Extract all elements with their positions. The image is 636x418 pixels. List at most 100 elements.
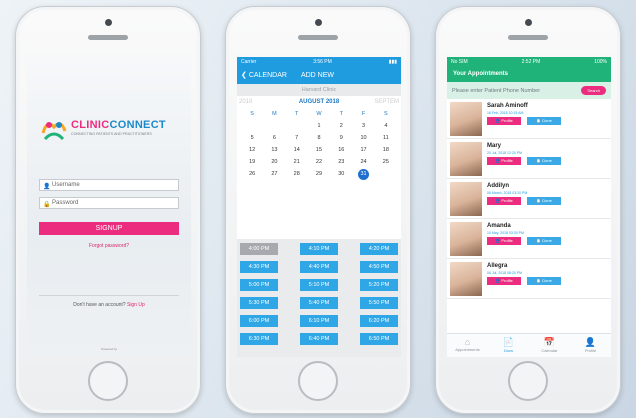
calendar-day[interactable]: 9	[330, 132, 352, 144]
phone-login: CLINICCONNECT CONNECTING PATIENTS AND PR…	[15, 6, 201, 414]
calendar-day[interactable]: 6	[263, 132, 285, 144]
done-button[interactable]: 📋 Done	[527, 117, 561, 125]
profile-button[interactable]: 👤 Profile	[487, 117, 521, 125]
calendar-day[interactable]: 20	[263, 156, 285, 168]
signup-button[interactable]: SIGNUP	[39, 222, 179, 235]
calendar-day[interactable]: 16	[330, 144, 352, 156]
appointment-row[interactable]: Sarah Aminoff 16 Feb, 2018 10:15 AM 👤 Prof…	[447, 99, 611, 139]
calendar-day[interactable]: 18	[375, 144, 397, 156]
calendar-day[interactable]: 4	[375, 120, 397, 132]
time-slot-button[interactable]: 5:20 PM	[360, 279, 398, 291]
profile-button[interactable]: 👤 Profile	[487, 277, 521, 285]
carrier-label: Carrier	[241, 58, 257, 65]
calendar-day[interactable]: 11	[375, 132, 397, 144]
calendar-grid: S M T W T F S 1 2 3 4 5 6 7 8 9 10 11 12 13 14 15 16 17 18 19 20 21…	[237, 108, 401, 180]
calendar-day[interactable]: 17	[352, 144, 374, 156]
time-slot-button[interactable]: 4:00 PM	[240, 243, 278, 255]
signup-link[interactable]: Sign Up	[127, 302, 145, 308]
carrier-label: No SIM	[451, 58, 468, 65]
tab-docs[interactable]: 📄 Docs	[488, 334, 529, 357]
slot-row: 4:00 PM 4:10 PM 4:20 PM	[240, 243, 398, 255]
search-input[interactable]: Please enter Patient Phone Number	[452, 88, 540, 94]
calendar-day[interactable]: 7	[286, 132, 308, 144]
brand-name: CLINICCONNECT	[71, 119, 166, 131]
calendar-day[interactable]: 1	[308, 120, 330, 132]
time-slot-button[interactable]: 4:50 PM	[360, 261, 398, 273]
nav-title: ADD NEW	[300, 71, 334, 79]
calendar-day[interactable]: 8	[308, 132, 330, 144]
time-slot-button[interactable]: 6:30 PM	[240, 333, 278, 345]
time-slot-button[interactable]: 4:10 PM	[300, 243, 338, 255]
phone-calendar: Carrier 3:56 PM ▮▮▮ ❮ CALENDAR ADD NEW H…	[225, 6, 411, 414]
search-button[interactable]: Search	[581, 86, 606, 95]
time-slot-button[interactable]: 4:40 PM	[300, 261, 338, 273]
done-button[interactable]: 📋 Done	[527, 157, 561, 165]
calendar-day[interactable]: 22	[308, 156, 330, 168]
profile-button[interactable]: 👤 Profile	[487, 237, 521, 245]
speaker-grille	[508, 35, 548, 40]
calendar-day[interactable]: 26	[241, 168, 263, 180]
appointment-row[interactable]: Allegra 06 Jul, 2018 08:20 PM 👤 Profile 📋 D…	[447, 259, 611, 299]
tab-profile[interactable]: 👤 Profile	[570, 334, 611, 357]
time-slot-button[interactable]: 5:10 PM	[300, 279, 338, 291]
time-slot-button[interactable]: 6:40 PM	[300, 333, 338, 345]
time-slot-button[interactable]: 4:20 PM	[360, 243, 398, 255]
home-button[interactable]	[508, 361, 548, 401]
calendar-day[interactable]: 28	[286, 168, 308, 180]
calendar-day[interactable]: 13	[263, 144, 285, 156]
status-bar: Carrier 3:56 PM ▮▮▮	[237, 57, 401, 66]
done-button[interactable]: 📋 Done	[527, 277, 561, 285]
calendar-day[interactable]: 29	[308, 168, 330, 180]
appointment-row[interactable]: Amanda 10 May, 2018 03:30 PM 👤 Profile 📋 Do…	[447, 219, 611, 259]
phone-appointments: No SIM 2:52 PM 100% Your Appointments Pl…	[435, 6, 621, 414]
clinic-selector[interactable]: Harvard Clinic	[237, 84, 401, 96]
powered-by-footer: Powered by	[101, 347, 117, 351]
page-title: Your Appointments	[447, 66, 611, 82]
patient-name: Addilyn	[487, 183, 509, 189]
back-button[interactable]: ❮ CALENDAR	[241, 71, 287, 79]
done-button[interactable]: 📋 Done	[527, 197, 561, 205]
forgot-password-link[interactable]: Forgot password?	[27, 243, 191, 249]
month-header: 2018 AUGUST 2018 SEPTEM	[237, 96, 401, 108]
login-screen: CLINICCONNECT CONNECTING PATIENTS AND PR…	[27, 57, 191, 357]
time-slot-button[interactable]: 6:50 PM	[360, 333, 398, 345]
calendar-day[interactable]: 21	[286, 156, 308, 168]
calendar-day[interactable]: 30	[330, 168, 352, 180]
password-field[interactable]: 🔒 Password	[39, 197, 179, 209]
calendar-day	[286, 120, 308, 132]
time-slot-button[interactable]: 4:30 PM	[240, 261, 278, 273]
time-slot-button[interactable]: 6:10 PM	[300, 315, 338, 327]
next-month[interactable]: SEPTEM	[374, 99, 399, 105]
appointment-row[interactable]: Addilyn 06 March, 2018 03:20 PM 👤 Profile 📋…	[447, 179, 611, 219]
appointment-row[interactable]: Mary 20 Jul, 2018 12:20 PM 👤 Profile 📋 Done	[447, 139, 611, 179]
time-slot-button[interactable]: 5:40 PM	[300, 297, 338, 309]
tab-appointments[interactable]: ⌂ Appointments	[447, 334, 488, 357]
calendar-day[interactable]: 10	[352, 132, 374, 144]
calendar-day[interactable]: 31	[352, 168, 374, 180]
time-slot-button[interactable]: 5:00 PM	[240, 279, 278, 291]
calendar-day[interactable]: 14	[286, 144, 308, 156]
calendar-day[interactable]: 15	[308, 144, 330, 156]
username-field[interactable]: 👤 Username	[39, 179, 179, 191]
tab-calendar[interactable]: 📅 Calendar	[529, 334, 570, 357]
profile-button[interactable]: 👤 Profile	[487, 197, 521, 205]
time-slot-button[interactable]: 5:50 PM	[360, 297, 398, 309]
clinicconnect-logo: CLINICCONNECT CONNECTING PATIENTS AND PR…	[39, 115, 179, 145]
time-slot-button[interactable]: 6:00 PM	[240, 315, 278, 327]
time-slot-button[interactable]: 6:20 PM	[360, 315, 398, 327]
status-time: 2:52 PM	[521, 58, 541, 65]
calendar-day[interactable]: 27	[263, 168, 285, 180]
calendar-day[interactable]: 5	[241, 132, 263, 144]
calendar-day[interactable]: 19	[241, 156, 263, 168]
calendar-day[interactable]: 12	[241, 144, 263, 156]
time-slot-button[interactable]: 5:30 PM	[240, 297, 278, 309]
calendar-day[interactable]: 2	[330, 120, 352, 132]
home-button[interactable]	[298, 361, 338, 401]
calendar-day[interactable]: 3	[352, 120, 374, 132]
profile-button[interactable]: 👤 Profile	[487, 157, 521, 165]
calendar-day[interactable]: 25	[375, 156, 397, 168]
home-button[interactable]	[88, 361, 128, 401]
done-button[interactable]: 📋 Done	[527, 237, 561, 245]
calendar-day[interactable]: 23	[330, 156, 352, 168]
calendar-day[interactable]: 24	[352, 156, 374, 168]
